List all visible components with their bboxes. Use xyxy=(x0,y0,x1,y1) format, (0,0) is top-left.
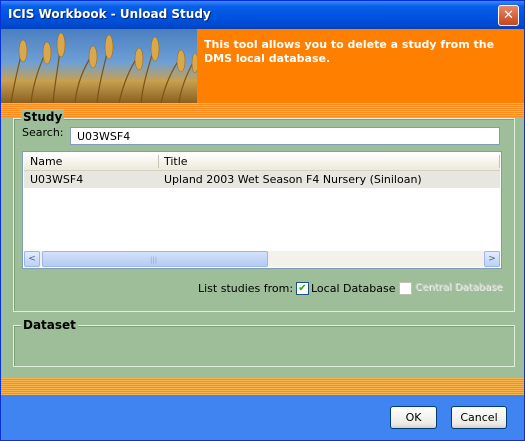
study-title-cell: Upland 2003 Wet Season F4 Nursery (Sinil… xyxy=(164,173,422,186)
footer-bar: OK Cancel xyxy=(1,395,524,440)
scroll-left-arrow-icon[interactable]: < xyxy=(24,251,40,267)
study-name-cell: U03WSF4 xyxy=(30,173,84,186)
scrollbar-thumb[interactable]: ||| xyxy=(42,251,268,267)
horizontal-scrollbar[interactable]: < ||| > xyxy=(24,251,500,267)
dataset-group xyxy=(13,325,515,367)
column-header-name[interactable]: Name xyxy=(30,155,62,168)
dialog-window: ICIS Workbook - Unload Study ✕ This tool… xyxy=(0,0,525,441)
column-divider[interactable] xyxy=(499,155,500,168)
bottom-stripe xyxy=(1,378,524,395)
dataset-group-label: Dataset xyxy=(21,318,78,332)
close-button[interactable]: ✕ xyxy=(498,5,519,26)
header-banner: This tool allows you to delete a study f… xyxy=(1,29,524,103)
title-bar[interactable]: ICIS Workbook - Unload Study ✕ xyxy=(1,1,524,29)
cancel-button[interactable]: Cancel xyxy=(451,406,507,429)
local-database-checkbox[interactable]: ✔ xyxy=(296,282,309,295)
local-database-label[interactable]: Local Database xyxy=(311,282,396,295)
list-from-label: List studies from: xyxy=(198,282,294,295)
top-stripe xyxy=(1,103,524,117)
wheat-banner-image xyxy=(1,29,197,103)
study-group-label: Study xyxy=(21,110,65,124)
list-header: Name Title xyxy=(24,153,500,171)
grip-icon: ||| xyxy=(150,256,158,264)
banner-description: This tool allows you to delete a study f… xyxy=(204,38,495,65)
scroll-right-arrow-icon[interactable]: > xyxy=(484,251,500,267)
central-database-checkbox xyxy=(399,282,412,295)
study-list[interactable]: Name Title U03WSF4 Upland 2003 Wet Seaso… xyxy=(22,151,502,269)
ok-button[interactable]: OK xyxy=(390,406,437,429)
central-database-label: Central Database xyxy=(415,282,503,293)
search-input[interactable] xyxy=(70,127,500,145)
search-label: Search: xyxy=(22,126,64,139)
wheat-illustration xyxy=(10,32,197,103)
column-header-title[interactable]: Title xyxy=(164,155,188,168)
window-title: ICIS Workbook - Unload Study xyxy=(8,7,211,21)
list-item[interactable]: U03WSF4 Upland 2003 Wet Season F4 Nurser… xyxy=(24,171,500,188)
column-divider[interactable] xyxy=(158,155,159,168)
